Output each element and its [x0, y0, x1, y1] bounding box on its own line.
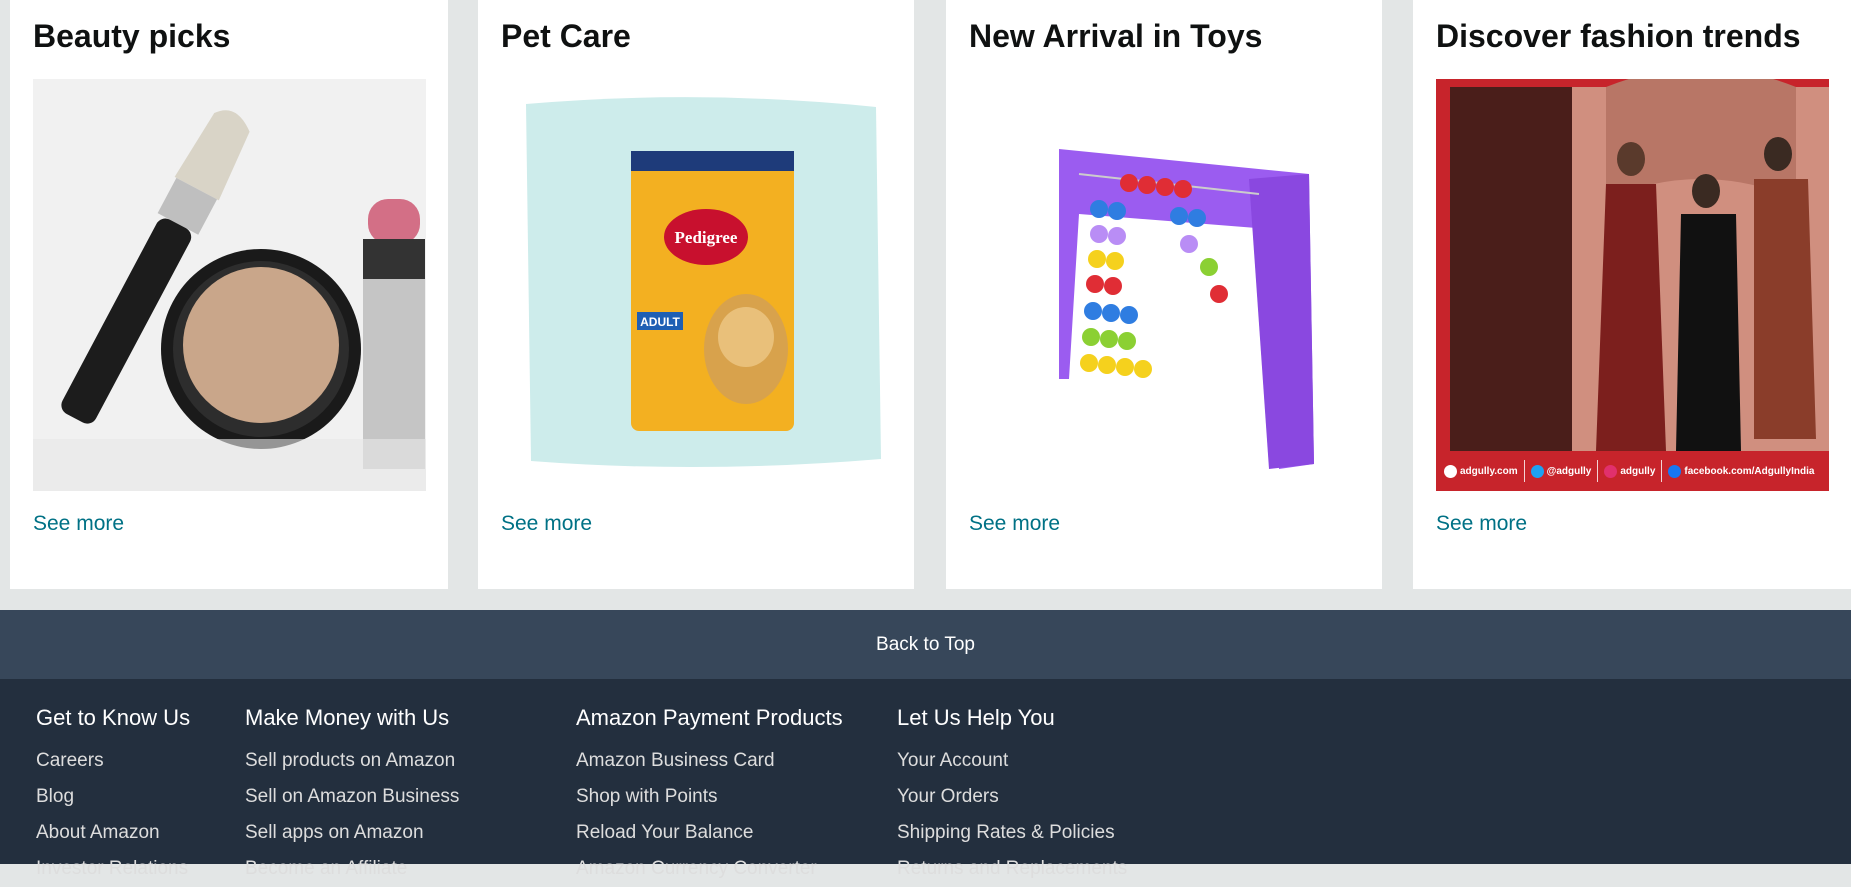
footer-heading: Get to Know Us — [36, 705, 191, 730]
card-title: New Arrival in Toys — [969, 18, 1263, 54]
card-beauty-picks: Beauty picks See more — [10, 0, 448, 589]
footer-link[interactable]: Sell products on Amazon — [245, 743, 459, 779]
see-more-link[interactable]: See more — [1436, 512, 1527, 536]
divider — [1597, 460, 1599, 482]
divider — [1661, 460, 1663, 482]
social-facebook: facebook.com/AdgullyIndia — [1668, 464, 1814, 478]
pack-adult-text: ADULT — [640, 315, 680, 329]
footer-column-get-to-know-us: Get to Know Us Careers Blog About Amazon… — [36, 705, 190, 887]
social-website: adgully.com — [1444, 464, 1518, 478]
card-title: Discover fashion trends — [1436, 18, 1801, 54]
twitter-icon — [1530, 464, 1544, 478]
social-twitter: @adgully — [1530, 464, 1591, 478]
footer-heading: Make Money with Us — [245, 705, 450, 730]
instagram-icon — [1604, 464, 1618, 478]
card-title: Beauty picks — [33, 18, 231, 54]
card-pet-care: Pet Care Pedigree ADULT See more — [478, 0, 914, 589]
divider — [1523, 460, 1525, 482]
footer-link[interactable]: Reload Your Balance — [576, 815, 843, 851]
footer-link[interactable]: About Amazon — [36, 815, 190, 851]
footer-column-payment-products: Amazon Payment Products Amazon Business … — [576, 705, 843, 887]
abacus-toy-image[interactable] — [969, 79, 1362, 491]
footer-column-help: Let Us Help You Your Account Your Orders… — [897, 705, 1127, 887]
footer-link[interactable]: Your Orders — [897, 779, 1127, 815]
social-instagram: adgully — [1604, 464, 1655, 478]
footer-link[interactable]: Amazon Currency Converter — [576, 851, 843, 887]
see-more-link[interactable]: See more — [501, 512, 592, 536]
footer-link[interactable]: Become an Affiliate — [245, 851, 459, 887]
footer-link[interactable]: Sell apps on Amazon — [245, 815, 459, 851]
footer-link[interactable]: Investor Relations — [36, 851, 190, 887]
footer-link[interactable]: Blog — [36, 779, 190, 815]
footer-heading: Amazon Payment Products — [576, 705, 843, 730]
pedigree-brand-text: Pedigree — [675, 228, 738, 247]
footer-link[interactable]: Shop with Points — [576, 779, 843, 815]
card-fashion-trends: Discover fashion trends adgully.com @adg… — [1413, 0, 1851, 589]
footer-link[interactable]: Shipping Rates & Policies — [897, 815, 1127, 851]
footer-heading: Let Us Help You — [897, 705, 1055, 730]
footer-link[interactable]: Your Account — [897, 743, 1127, 779]
social-bar: adgully.com @adgully adgully facebook.co… — [1436, 451, 1829, 491]
card-title: Pet Care — [501, 18, 631, 54]
card-new-arrival-toys: New Arrival in Toys See more — [946, 0, 1382, 589]
globe-icon — [1444, 464, 1457, 478]
fashion-models-image[interactable]: adgully.com @adgully adgully facebook.co… — [1436, 79, 1829, 491]
card-grid: Beauty picks See more Pet Care Pedigree … — [0, 0, 1851, 589]
footer-link[interactable]: Sell on Amazon Business — [245, 779, 459, 815]
back-to-top-button[interactable]: Back to Top — [0, 610, 1851, 679]
footer-link[interactable]: Returns and Replacements — [897, 851, 1127, 887]
facebook-icon — [1668, 464, 1682, 478]
footer: Get to Know Us Careers Blog About Amazon… — [0, 679, 1851, 879]
see-more-link[interactable]: See more — [33, 512, 124, 536]
footer-link[interactable]: Careers — [36, 743, 190, 779]
beauty-products-image[interactable] — [33, 79, 426, 491]
footer-column-make-money: Make Money with Us Sell products on Amaz… — [245, 705, 459, 887]
pedigree-dog-food-image[interactable]: Pedigree ADULT — [501, 79, 894, 491]
footer-link[interactable]: Amazon Business Card — [576, 743, 843, 779]
see-more-link[interactable]: See more — [969, 512, 1060, 536]
